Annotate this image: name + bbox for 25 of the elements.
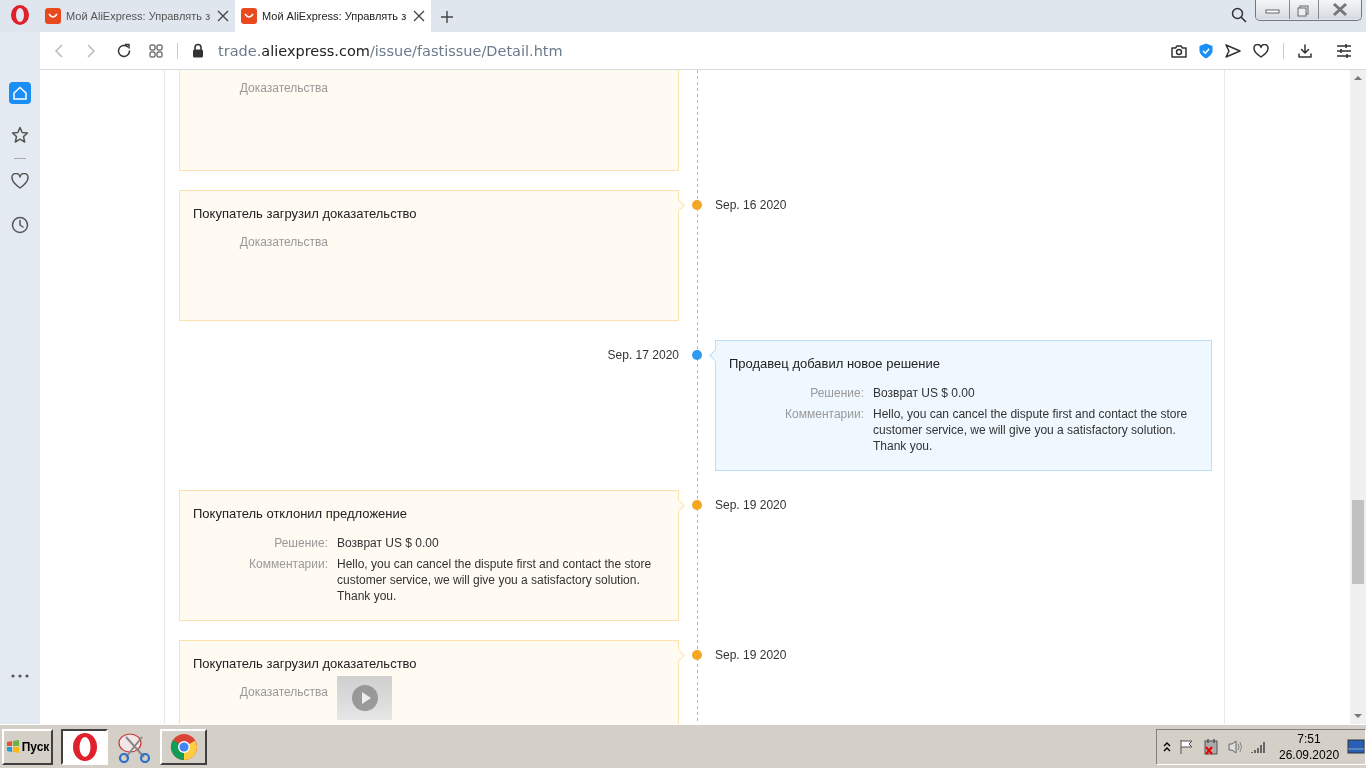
event-date: Sep. 17 2020 xyxy=(607,348,679,364)
event-title: Покупатель загрузил доказательство xyxy=(193,206,418,221)
clock-time: 7:51 xyxy=(1297,730,1321,747)
detail-value: Hello, you can cancel the dispute first and contact the store customer service, we will give you a satisfactory solution. Thank you. xyxy=(337,556,653,604)
browser-tab[interactable]: Мой AliExpress: Управлять з xyxy=(39,0,235,32)
event-title: Покупатель отклонил предложение xyxy=(193,506,408,521)
event-date: Sep. 16 2020 xyxy=(715,198,787,214)
detail-label: Решение: xyxy=(273,535,328,551)
detail-value: Возврат US $ 0.00 xyxy=(873,385,976,401)
event-title: Покупатель загрузил доказательство xyxy=(193,656,418,671)
evidence-label: Доказательства xyxy=(238,685,328,701)
event-title: Продавец добавил новое решение xyxy=(729,356,941,371)
event-date: Sep. 19 2020 xyxy=(715,498,787,514)
evidence-label: Доказательства xyxy=(238,235,328,249)
detail-value: Возврат US $ 0.00 xyxy=(337,535,440,551)
detail-label: Комментарии: xyxy=(784,406,864,423)
browser-tab[interactable]: Мой AliExpress: Управлять з xyxy=(235,0,431,32)
detail-label: Комментарии: xyxy=(248,556,328,573)
evidence-label: Доказательства xyxy=(238,81,328,95)
clock-date: 26.09.2020 xyxy=(1279,746,1340,763)
address-field[interactable]: trade.aliexpress.com/issue/fastissue/Detail.htm xyxy=(218,42,563,59)
start-button[interactable]: Пуск xyxy=(2,728,53,765)
detail-value: Hello, you can cancel the dispute first and contact the store customer service, we will give you a satisfactory solution. Thank you. xyxy=(873,406,1189,454)
event-date: Sep. 19 2020 xyxy=(715,648,787,664)
detail-label: Решение: xyxy=(809,385,864,401)
